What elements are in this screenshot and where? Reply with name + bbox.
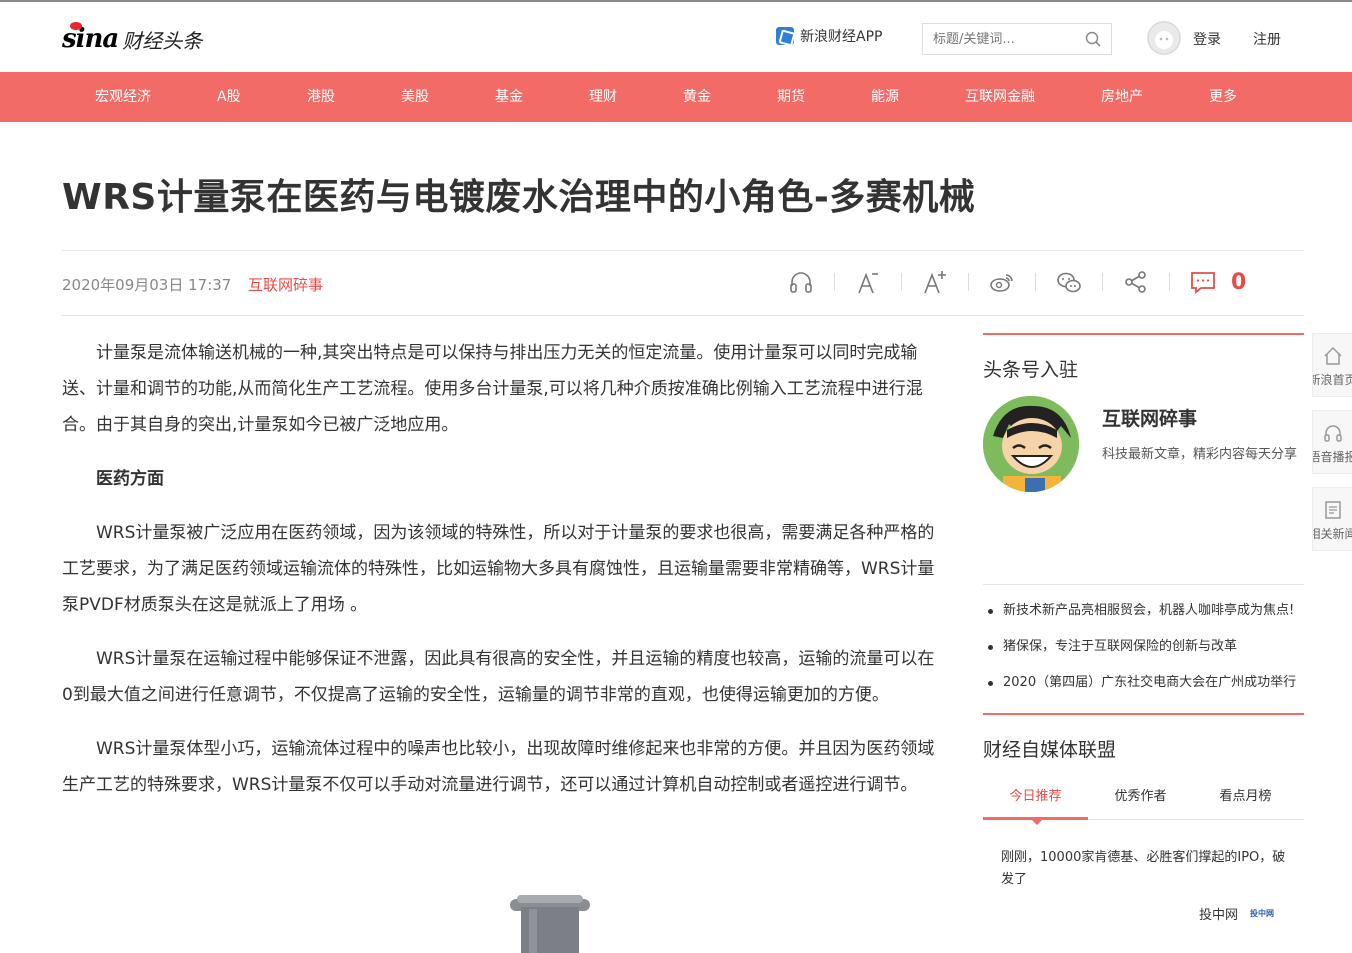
comment-button[interactable] xyxy=(1187,266,1219,298)
list-item[interactable]: 新技术新产品亮相服贸会，机器人咖啡亭成为焦点! xyxy=(983,599,1304,623)
author-avatar-illustration xyxy=(983,396,1079,492)
article-toolbar: 0 xyxy=(785,266,1246,298)
article-paragraph: WRS计量泵被广泛应用在医药领域，因为该领域的特殊性，所以对于计量泵的要求也很高… xyxy=(62,523,935,615)
publish-date: 2020年09月03日 17:37 xyxy=(62,276,232,294)
register-link[interactable]: 注册 xyxy=(1253,29,1281,49)
author-avatar[interactable] xyxy=(983,396,1079,492)
pump-image xyxy=(510,895,590,953)
document-list-icon xyxy=(1324,501,1341,519)
toolbar-separator xyxy=(901,273,902,291)
site-header: sina 财经头条 新浪财经APP 登录 注册 xyxy=(0,2,1352,72)
title-divider xyxy=(62,250,1304,251)
float-related-button[interactable]: 相关新闻 xyxy=(1312,487,1352,551)
share-weibo-button[interactable] xyxy=(986,266,1018,298)
media-union-tabs: 今日推荐 优秀作者 看点月榜 xyxy=(983,776,1304,825)
nav-item-internet-finance[interactable]: 互联网金融 xyxy=(965,72,1035,122)
nav-item-macro[interactable]: 宏观经济 xyxy=(95,72,151,122)
user-avatar[interactable] xyxy=(1147,21,1181,55)
author-profile: 互联网碎事 科技最新文章，精彩内容每天分享 xyxy=(983,396,1304,516)
toolbar-separator xyxy=(1169,273,1170,291)
feed-source: 投中网 投中网 xyxy=(1199,904,1274,923)
nav-item-fund[interactable]: 基金 xyxy=(495,72,523,122)
nav-item-hk-stock[interactable]: 港股 xyxy=(307,72,335,122)
comment-count[interactable]: 0 xyxy=(1231,270,1246,295)
site-logo[interactable]: sina 财经头条 xyxy=(62,22,202,56)
media-union-title: 财经自媒体联盟 xyxy=(983,739,1117,761)
search-box xyxy=(922,23,1112,55)
sina-logo: sina xyxy=(62,22,119,54)
wechat-icon xyxy=(1057,272,1081,293)
list-item[interactable]: 2020（第四届）广东社交电商大会在广州成功举行 xyxy=(983,671,1304,695)
tab-top-authors[interactable]: 优秀作者 xyxy=(1088,776,1193,820)
active-tab-arrow-icon xyxy=(1030,818,1044,825)
app-download-link[interactable]: 新浪财经APP xyxy=(776,26,882,46)
float-audio-button[interactable]: 语音播报 xyxy=(1312,410,1352,474)
listen-button[interactable] xyxy=(785,266,817,298)
sidebar-accent-bar xyxy=(983,713,1304,715)
channel-nav: 宏观经济 A股 港股 美股 基金 理财 黄金 期货 能源 互联网金融 房地产 更… xyxy=(0,72,1352,122)
article-paragraph: WRS计量泵体型小巧，运输流体过程中的噪声也比较小，出现故障时维修起来也非常的方… xyxy=(62,739,935,795)
float-home-label: 新浪首页 xyxy=(1313,373,1352,387)
tab-monthly-ranking[interactable]: 看点月榜 xyxy=(1193,776,1298,820)
sidebar: 头条号入驻 互联网碎事 科技最新文章，精彩内容每天分享 新技术新产品亮相服贸会，… xyxy=(983,333,1304,923)
nav-item-a-share[interactable]: A股 xyxy=(217,72,241,122)
search-icon[interactable] xyxy=(1085,31,1101,47)
toolbar-separator xyxy=(1035,273,1036,291)
float-related-label: 相关新闻 xyxy=(1313,527,1352,541)
nav-item-us-stock[interactable]: 美股 xyxy=(401,72,429,122)
sidebar-accent-bar xyxy=(983,333,1304,335)
weibo-icon xyxy=(990,274,1013,292)
author-name[interactable]: 互联网碎事 xyxy=(1102,404,1197,431)
share-button[interactable] xyxy=(1120,266,1152,298)
login-link[interactable]: 登录 xyxy=(1193,29,1221,49)
tab-today-recommend[interactable]: 今日推荐 xyxy=(983,776,1088,820)
font-increase-button[interactable] xyxy=(919,266,951,298)
sidebar-divider xyxy=(983,584,1304,585)
article-paragraph: 计量泵是流体输送机械的一种,其突出特点是可以保持与排出压力无关的恒定流量。使用计… xyxy=(62,343,923,435)
article-paragraph: WRS计量泵在运输过程中能够保证不泄露，因此具有很高的安全性，并且运输的精度也较… xyxy=(62,649,935,705)
meta-divider xyxy=(62,315,1304,316)
home-icon xyxy=(1323,346,1342,365)
nav-item-finance[interactable]: 理财 xyxy=(589,72,617,122)
nav-item-gold[interactable]: 黄金 xyxy=(683,72,711,122)
toolbar-separator xyxy=(968,273,969,291)
logo-subtitle: 财经头条 xyxy=(122,28,203,53)
article-body: 计量泵是流体输送机械的一种,其突出特点是可以保持与排出压力无关的恒定流量。使用计… xyxy=(62,335,942,821)
share-wechat-button[interactable] xyxy=(1053,266,1085,298)
headphones-icon xyxy=(790,272,812,293)
float-audio-label: 语音播报 xyxy=(1313,450,1352,464)
sidebar-section-title: 头条号入驻 xyxy=(983,359,1079,381)
sina-eye-icon xyxy=(70,22,82,30)
list-item[interactable]: 猪保保，专注于互联网保险的创新与改革 xyxy=(983,635,1304,659)
search-input[interactable] xyxy=(923,24,1073,54)
font-decrease-icon xyxy=(858,272,878,294)
headphones-icon xyxy=(1323,425,1342,442)
toolbar-separator xyxy=(1102,273,1103,291)
article-subheading: 医药方面 xyxy=(96,469,164,489)
article-title: WRS计量泵在医药与电镀废水治理中的小角色-多赛机械 xyxy=(62,177,976,218)
comment-icon xyxy=(1191,272,1215,294)
user-avatar-icon xyxy=(1147,21,1181,55)
share-icon xyxy=(1125,271,1146,293)
source-link[interactable]: 互联网碎事 xyxy=(248,274,323,295)
nav-item-futures[interactable]: 期货 xyxy=(777,72,805,122)
nav-item-energy[interactable]: 能源 xyxy=(871,72,899,122)
feed-source-logo: 投中网 xyxy=(1250,909,1275,918)
app-icon xyxy=(776,27,794,45)
author-description: 科技最新文章，精彩内容每天分享 xyxy=(1102,447,1298,462)
nav-item-more[interactable]: 更多 xyxy=(1209,72,1237,122)
app-link-label: 新浪财经APP xyxy=(800,29,883,45)
related-news-list: 新技术新产品亮相服贸会，机器人咖啡亭成为焦点! 猪保保，专注于互联网保险的创新与… xyxy=(983,599,1304,695)
feed-source-name[interactable]: 投中网 xyxy=(1199,904,1238,923)
float-home-button[interactable]: 新浪首页 xyxy=(1312,333,1352,397)
feed-headline[interactable]: 刚刚，10000家肯德基、必胜客们撑起的IPO，破发了 xyxy=(1001,847,1291,891)
toolbar-separator xyxy=(834,273,835,291)
font-increase-icon xyxy=(924,271,946,294)
nav-item-real-estate[interactable]: 房地产 xyxy=(1101,72,1143,122)
font-decrease-button[interactable] xyxy=(852,266,884,298)
